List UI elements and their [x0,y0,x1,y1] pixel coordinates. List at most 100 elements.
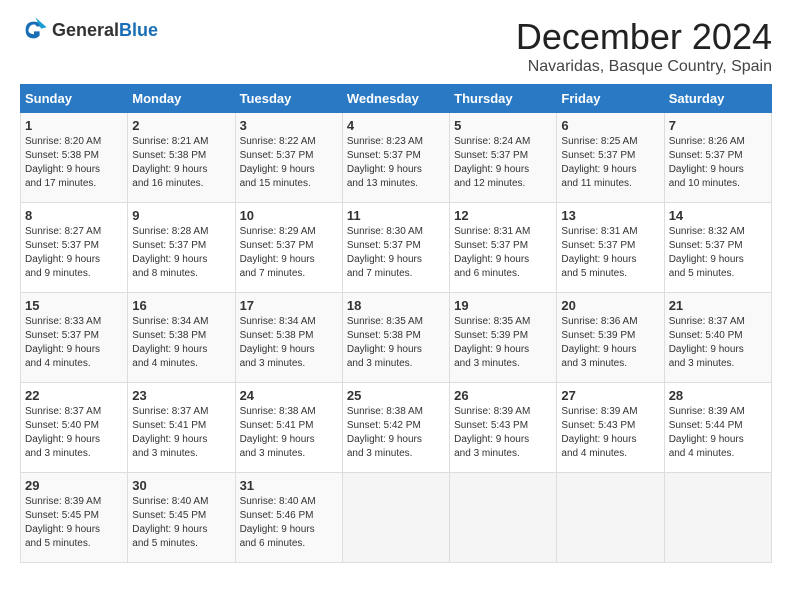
weekday-header-friday: Friday [557,85,664,113]
day-number: 6 [561,118,659,133]
calendar-cell: 24 Sunrise: 8:38 AMSunset: 5:41 PMDayligh… [235,383,342,473]
cell-details: Sunrise: 8:29 AMSunset: 5:37 PMDaylight:… [240,225,338,281]
cell-details: Sunrise: 8:36 AMSunset: 5:39 PMDaylight:… [561,315,659,371]
day-number: 4 [347,118,445,133]
calendar-cell: 27 Sunrise: 8:39 AMSunset: 5:43 PMDayligh… [557,383,664,473]
cell-details: Sunrise: 8:35 AMSunset: 5:38 PMDaylight:… [347,315,445,371]
cell-details: Sunrise: 8:38 AMSunset: 5:41 PMDaylight:… [240,405,338,461]
cell-details: Sunrise: 8:24 AMSunset: 5:37 PMDaylight:… [454,135,552,191]
cell-details: Sunrise: 8:33 AMSunset: 5:37 PMDaylight:… [25,315,123,371]
month-title: December 2024 [516,16,772,58]
calendar-cell: 23 Sunrise: 8:37 AMSunset: 5:41 PMDayligh… [128,383,235,473]
weekday-header-sunday: Sunday [21,85,128,113]
calendar-cell: 18 Sunrise: 8:35 AMSunset: 5:38 PMDayligh… [342,293,449,383]
day-number: 11 [347,208,445,223]
day-number: 10 [240,208,338,223]
day-number: 30 [132,478,230,493]
day-number: 14 [669,208,767,223]
calendar-cell [342,473,449,563]
day-number: 27 [561,388,659,403]
calendar-cell: 15 Sunrise: 8:33 AMSunset: 5:37 PMDayligh… [21,293,128,383]
logo: GeneralBlue [20,16,158,44]
day-number: 5 [454,118,552,133]
calendar-cell [450,473,557,563]
weekday-header-wednesday: Wednesday [342,85,449,113]
day-number: 7 [669,118,767,133]
day-number: 17 [240,298,338,313]
day-number: 26 [454,388,552,403]
title-area: December 2024 Navaridas, Basque Country,… [516,16,772,76]
day-number: 8 [25,208,123,223]
day-number: 13 [561,208,659,223]
header: GeneralBlue December 2024 Navaridas, Bas… [20,16,772,76]
day-number: 29 [25,478,123,493]
cell-details: Sunrise: 8:22 AMSunset: 5:37 PMDaylight:… [240,135,338,191]
day-number: 23 [132,388,230,403]
calendar-cell: 25 Sunrise: 8:38 AMSunset: 5:42 PMDayligh… [342,383,449,473]
day-number: 19 [454,298,552,313]
cell-details: Sunrise: 8:23 AMSunset: 5:37 PMDaylight:… [347,135,445,191]
day-number: 25 [347,388,445,403]
calendar-cell: 4 Sunrise: 8:23 AMSunset: 5:37 PMDaylight… [342,113,449,203]
calendar-cell: 1 Sunrise: 8:20 AMSunset: 5:38 PMDaylight… [21,113,128,203]
cell-details: Sunrise: 8:37 AMSunset: 5:40 PMDaylight:… [669,315,767,371]
calendar-cell: 12 Sunrise: 8:31 AMSunset: 5:37 PMDayligh… [450,203,557,293]
day-number: 1 [25,118,123,133]
calendar-cell [557,473,664,563]
cell-details: Sunrise: 8:34 AMSunset: 5:38 PMDaylight:… [132,315,230,371]
logo-text: GeneralBlue [52,20,158,41]
cell-details: Sunrise: 8:30 AMSunset: 5:37 PMDaylight:… [347,225,445,281]
calendar-cell: 2Sunrise: 8:21 AMSunset: 5:38 PMDaylight… [128,113,235,203]
cell-details: Sunrise: 8:39 AMSunset: 5:44 PMDaylight:… [669,405,767,461]
cell-details: Sunrise: 8:26 AMSunset: 5:37 PMDaylight:… [669,135,767,191]
day-number: 18 [347,298,445,313]
cell-details: Sunrise: 8:32 AMSunset: 5:37 PMDaylight:… [669,225,767,281]
cell-details: Sunrise: 8:28 AMSunset: 5:37 PMDaylight:… [132,225,230,281]
calendar-cell: 8 Sunrise: 8:27 AMSunset: 5:37 PMDaylight… [21,203,128,293]
calendar-week-1: 1 Sunrise: 8:20 AMSunset: 5:38 PMDaylight… [21,113,772,203]
cell-details: Sunrise: 8:37 AMSunset: 5:41 PMDaylight:… [132,405,230,461]
cell-details: Sunrise: 8:21 AMSunset: 5:38 PMDaylight:… [132,135,230,191]
day-number: 20 [561,298,659,313]
day-number: 28 [669,388,767,403]
calendar-cell: 9Sunrise: 8:28 AMSunset: 5:37 PMDaylight… [128,203,235,293]
logo-general: General [52,20,119,40]
calendar-week-4: 22Sunrise: 8:37 AMSunset: 5:40 PMDayligh… [21,383,772,473]
calendar-table: SundayMondayTuesdayWednesdayThursdayFrid… [20,84,772,563]
day-number: 12 [454,208,552,223]
calendar-cell: 22Sunrise: 8:37 AMSunset: 5:40 PMDayligh… [21,383,128,473]
day-number: 24 [240,388,338,403]
calendar-cell: 16Sunrise: 8:34 AMSunset: 5:38 PMDayligh… [128,293,235,383]
cell-details: Sunrise: 8:20 AMSunset: 5:38 PMDaylight:… [25,135,123,191]
calendar-week-2: 8 Sunrise: 8:27 AMSunset: 5:37 PMDaylight… [21,203,772,293]
day-number: 21 [669,298,767,313]
weekday-header-monday: Monday [128,85,235,113]
calendar-cell: 13 Sunrise: 8:31 AMSunset: 5:37 PMDayligh… [557,203,664,293]
cell-details: Sunrise: 8:40 AMSunset: 5:46 PMDaylight:… [240,495,338,551]
cell-details: Sunrise: 8:38 AMSunset: 5:42 PMDaylight:… [347,405,445,461]
cell-details: Sunrise: 8:39 AMSunset: 5:45 PMDaylight:… [25,495,123,551]
weekday-header-row: SundayMondayTuesdayWednesdayThursdayFrid… [21,85,772,113]
day-number: 22 [25,388,123,403]
calendar-cell: 26Sunrise: 8:39 AMSunset: 5:43 PMDayligh… [450,383,557,473]
calendar-week-5: 29 Sunrise: 8:39 AMSunset: 5:45 PMDayligh… [21,473,772,563]
cell-details: Sunrise: 8:39 AMSunset: 5:43 PMDaylight:… [561,405,659,461]
calendar-cell: 6Sunrise: 8:25 AMSunset: 5:37 PMDaylight… [557,113,664,203]
logo-icon [20,16,48,44]
weekday-header-tuesday: Tuesday [235,85,342,113]
cell-details: Sunrise: 8:35 AMSunset: 5:39 PMDaylight:… [454,315,552,371]
calendar-cell: 29 Sunrise: 8:39 AMSunset: 5:45 PMDayligh… [21,473,128,563]
calendar-cell: 28 Sunrise: 8:39 AMSunset: 5:44 PMDayligh… [664,383,771,473]
calendar-cell: 3Sunrise: 8:22 AMSunset: 5:37 PMDaylight… [235,113,342,203]
day-number: 31 [240,478,338,493]
day-number: 15 [25,298,123,313]
logo-blue: Blue [119,20,158,40]
cell-details: Sunrise: 8:27 AMSunset: 5:37 PMDaylight:… [25,225,123,281]
calendar-cell: 31 Sunrise: 8:40 AMSunset: 5:46 PMDayligh… [235,473,342,563]
cell-details: Sunrise: 8:31 AMSunset: 5:37 PMDaylight:… [561,225,659,281]
weekday-header-thursday: Thursday [450,85,557,113]
calendar-cell [664,473,771,563]
cell-details: Sunrise: 8:31 AMSunset: 5:37 PMDaylight:… [454,225,552,281]
calendar-cell: 7 Sunrise: 8:26 AMSunset: 5:37 PMDaylight… [664,113,771,203]
calendar-cell: 20 Sunrise: 8:36 AMSunset: 5:39 PMDayligh… [557,293,664,383]
